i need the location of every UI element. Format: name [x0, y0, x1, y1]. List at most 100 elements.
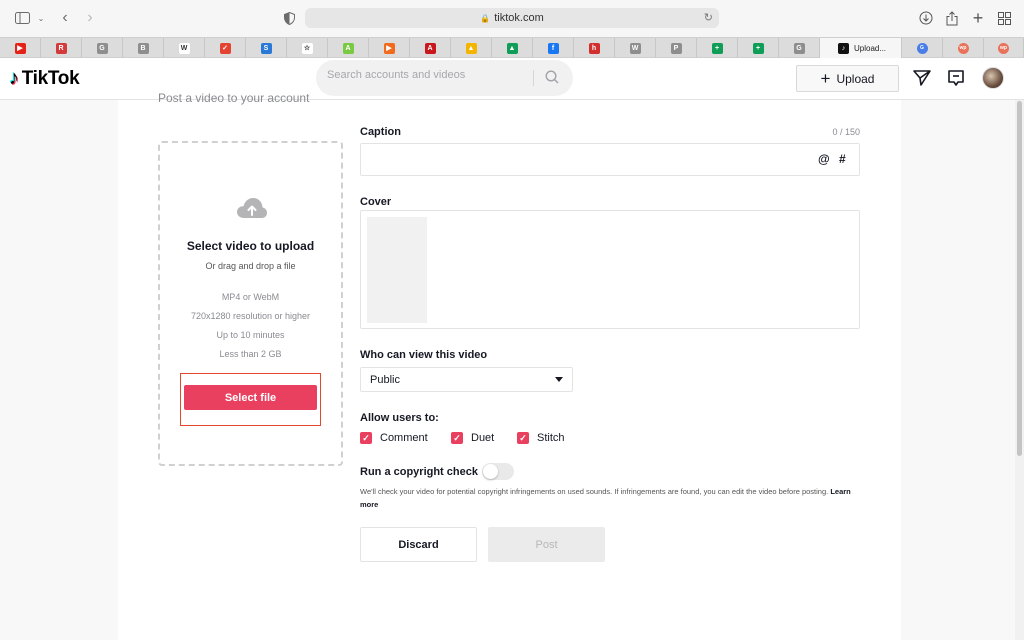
discard-button[interactable]: Discard	[360, 527, 477, 562]
back-icon[interactable]: ‹	[58, 9, 72, 27]
sheets-2-favicon-icon: +	[752, 42, 764, 54]
tab-youtube[interactable]: ▶	[0, 38, 41, 58]
messages-icon[interactable]	[946, 68, 966, 88]
comment-checkbox[interactable]: ✓ Comment	[360, 432, 428, 444]
inbox-send-icon[interactable]	[912, 68, 932, 88]
b-gray-favicon-icon: B	[137, 42, 149, 54]
translate-favicon-icon: G	[916, 42, 928, 54]
toggle-knob	[483, 464, 498, 479]
tab-translate[interactable]: G	[902, 38, 943, 58]
tab-wp-1[interactable]: wp	[943, 38, 984, 58]
hashtag-button[interactable]: #	[839, 152, 846, 166]
tab-orange-play[interactable]: ▶	[369, 38, 410, 58]
caption-input[interactable]: @ #	[360, 143, 860, 176]
tab-facebook[interactable]: f	[533, 38, 574, 58]
caret-down-icon	[555, 377, 563, 382]
checkmark-icon: ✓	[360, 432, 372, 444]
privacy-label: Who can view this video	[360, 349, 488, 361]
acrobat-favicon-icon: A	[424, 42, 436, 54]
stitch-label: Stitch	[537, 432, 565, 444]
stitch-checkbox[interactable]: ✓ Stitch	[517, 432, 565, 444]
star-favicon-icon: ☆	[301, 42, 313, 54]
browser-toolbar: ⌄ ‹ › 🔒 tiktok.com ↻ +	[0, 0, 1024, 37]
orange-play-favicon-icon: ▶	[383, 42, 395, 54]
tab-active-tiktok[interactable]: ♪ Upload...	[820, 38, 902, 58]
tab-red-app[interactable]: R	[41, 38, 82, 58]
cover-selector[interactable]	[360, 210, 860, 329]
tab-hot[interactable]: h	[574, 38, 615, 58]
tab-sheets-1[interactable]: +	[697, 38, 738, 58]
cover-label: Cover	[360, 196, 392, 208]
duet-checkbox[interactable]: ✓ Duet	[451, 432, 494, 444]
tab-s-blue[interactable]: S	[246, 38, 287, 58]
copyright-label: Run a copyright check	[360, 466, 478, 478]
tab-google-drive-2[interactable]: ▲	[492, 38, 533, 58]
allow-label: Allow users to:	[360, 412, 439, 424]
g-gray-2-favicon-icon: G	[793, 42, 805, 54]
tab-acrobat[interactable]: A	[410, 38, 451, 58]
privacy-select[interactable]: Public	[360, 367, 573, 392]
spec-resolution: 720x1280 resolution or higher	[190, 311, 311, 321]
tiktok-note-icon: ♪	[9, 67, 19, 89]
url-text: tiktok.com	[494, 12, 544, 24]
privacy-shield-icon[interactable]	[282, 9, 296, 27]
tab-overview-icon[interactable]	[996, 9, 1012, 27]
search-input[interactable]	[327, 69, 527, 81]
tab-w-gray[interactable]: W	[615, 38, 656, 58]
todoist-favicon-icon: ✓	[219, 42, 231, 54]
upload-button-label: Upload	[836, 71, 875, 86]
share-icon[interactable]	[944, 9, 960, 27]
forward-icon[interactable]: ›	[83, 9, 97, 27]
active-tab-label: Upload...	[854, 43, 887, 53]
upload-button[interactable]: + Upload	[796, 65, 899, 92]
copyright-note: We'll check your video for potential cop…	[360, 485, 870, 511]
green-app-favicon-icon: A	[342, 42, 354, 54]
address-bar[interactable]: 🔒 tiktok.com ↻	[305, 8, 719, 28]
tab-star[interactable]: ☆	[287, 38, 328, 58]
tab-green-app[interactable]: A	[328, 38, 369, 58]
facebook-favicon-icon: f	[547, 42, 559, 54]
lock-icon: 🔒	[480, 13, 491, 23]
sidebar-toggle-icon[interactable]	[14, 9, 30, 27]
tab-google-drive-1[interactable]: ▲	[451, 38, 492, 58]
plus-icon: +	[820, 68, 831, 88]
site-header: ♪ TikTok + Upload	[0, 58, 1024, 100]
page-subtitle: Post a video to your account	[158, 91, 310, 105]
copyright-toggle[interactable]	[482, 463, 514, 480]
new-tab-icon[interactable]: +	[970, 8, 986, 28]
spec-format: MP4 or WebM	[221, 292, 280, 302]
video-dropzone[interactable]: Select video to upload Or drag and drop …	[158, 141, 343, 466]
search-icon[interactable]	[545, 70, 559, 84]
hot-favicon-icon: h	[588, 42, 600, 54]
tab-sheets-2[interactable]: +	[738, 38, 779, 58]
reload-icon[interactable]: ↻	[704, 11, 713, 24]
youtube-favicon-icon: ▶	[14, 42, 26, 54]
avatar[interactable]	[982, 67, 1004, 89]
scrollbar-thumb[interactable]	[1017, 101, 1022, 456]
tab-p-gray[interactable]: P	[656, 38, 697, 58]
post-button[interactable]: Post	[488, 527, 605, 562]
tab-wikipedia[interactable]: W	[164, 38, 205, 58]
duet-label: Duet	[471, 432, 495, 444]
wikipedia-favicon-icon: W	[178, 42, 190, 54]
red-app-favicon-icon: R	[55, 42, 67, 54]
tiktok-logo[interactable]: ♪ TikTok	[9, 67, 80, 90]
w-gray-favicon-icon: W	[629, 42, 641, 54]
comment-label: Comment	[380, 432, 428, 444]
caption-label: Caption	[360, 126, 401, 138]
checkmark-icon: ✓	[517, 432, 529, 444]
tab-todoist[interactable]: ✓	[205, 38, 246, 58]
tab-wp-2[interactable]: wp	[984, 38, 1024, 58]
chevron-down-icon[interactable]: ⌄	[36, 9, 46, 27]
tab-g-gray-1[interactable]: G	[82, 38, 123, 58]
select-file-button[interactable]: Select file	[184, 385, 317, 410]
mention-button[interactable]: @	[818, 152, 830, 166]
tab-g-gray-2[interactable]: G	[779, 38, 820, 58]
p-gray-favicon-icon: P	[670, 42, 682, 54]
privacy-value: Public	[370, 373, 400, 386]
tab-b-gray[interactable]: B	[123, 38, 164, 58]
g-gray-1-favicon-icon: G	[96, 42, 108, 54]
downloads-icon[interactable]	[918, 9, 934, 27]
cloud-upload-icon	[237, 198, 267, 218]
s-blue-favicon-icon: S	[260, 42, 272, 54]
